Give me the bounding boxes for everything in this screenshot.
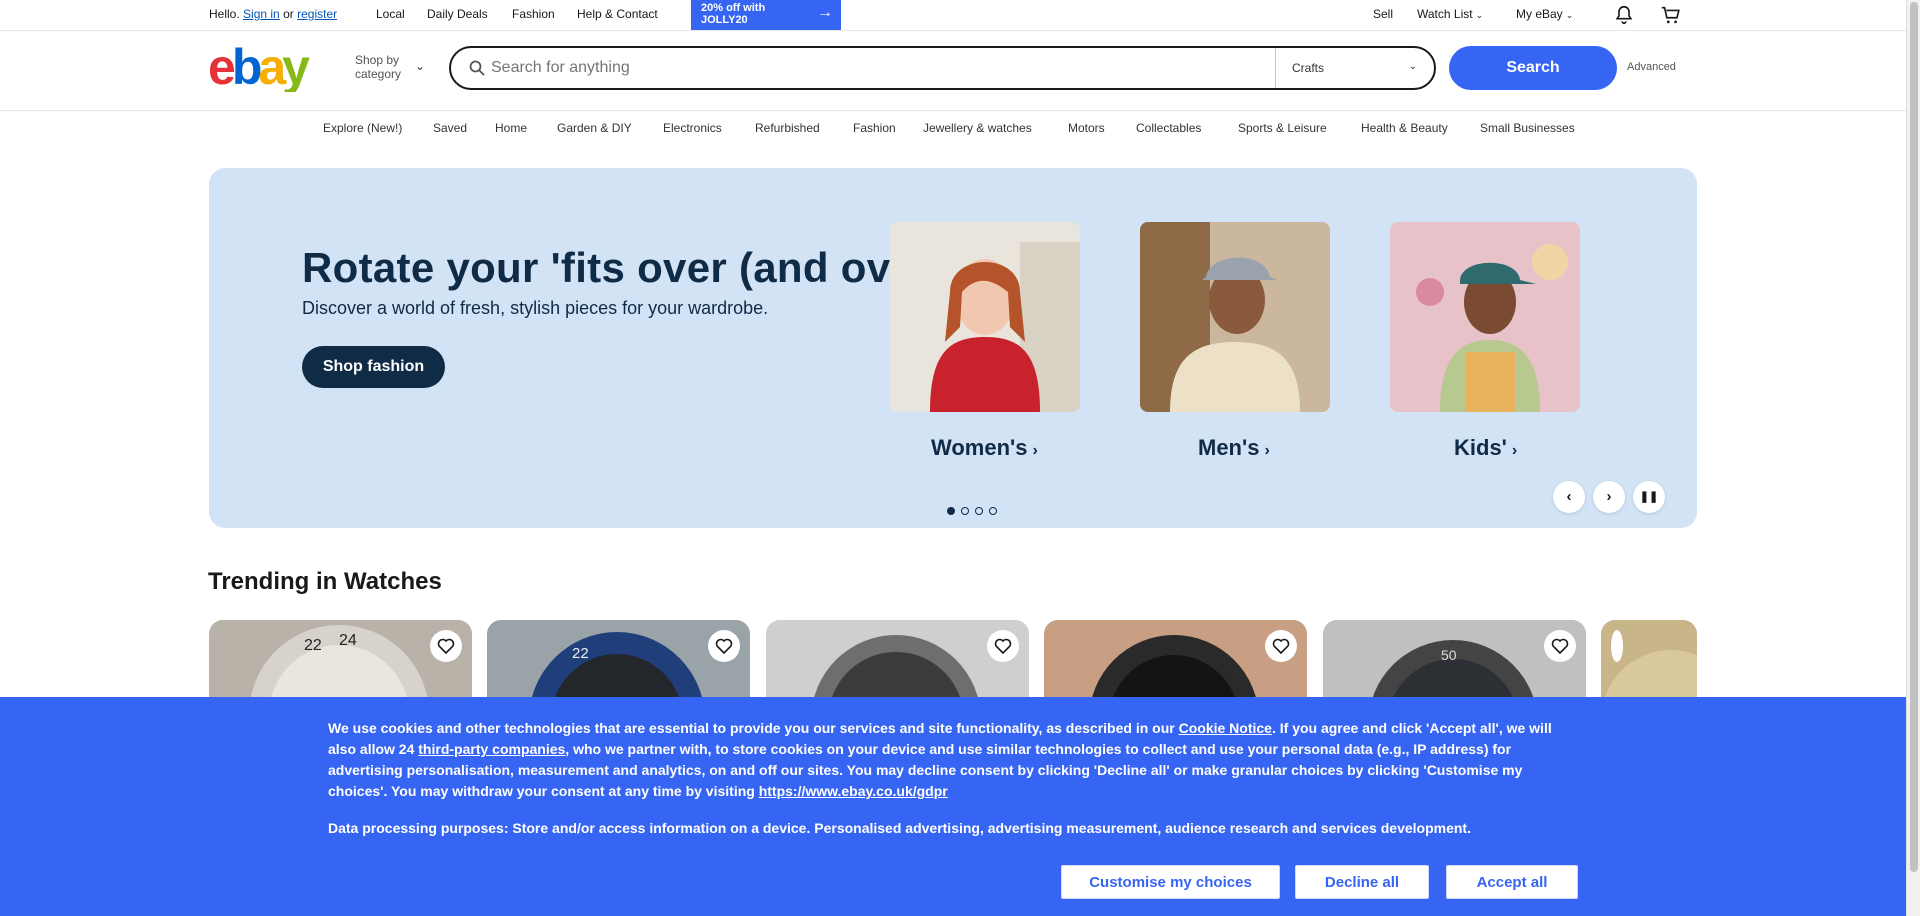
consent-text-part: We use cookies and other technologies th… <box>328 720 1179 736</box>
or-text: or <box>283 7 294 21</box>
sell-link[interactable]: Sell <box>1373 7 1393 21</box>
chevron-right-icon: › <box>1511 442 1518 459</box>
heart-icon[interactable] <box>1265 630 1297 662</box>
nav-garden-diy[interactable]: Garden & DIY <box>557 121 632 135</box>
help-contact-link[interactable]: Help & Contact <box>577 7 658 21</box>
ebay-logo[interactable]: ebay <box>208 44 328 92</box>
search-button[interactable]: Search <box>1449 46 1617 90</box>
heart-icon[interactable] <box>1611 630 1623 662</box>
hello-text: Hello. <box>209 7 240 21</box>
daily-deals-link[interactable]: Daily Deals <box>427 7 488 21</box>
search-bar: Crafts ⌄ <box>449 46 1436 90</box>
search-input[interactable] <box>491 56 1271 80</box>
nav-saved[interactable]: Saved <box>433 121 467 135</box>
chevron-down-icon: ⌄ <box>1565 10 1574 20</box>
nav-fashion[interactable]: Fashion <box>853 121 896 135</box>
fashion-top-link[interactable]: Fashion <box>512 7 555 21</box>
accept-all-button[interactable]: Accept all <box>1446 865 1578 899</box>
promo-text: 20% off with JOLLY20 <box>701 2 766 26</box>
nav-explore[interactable]: Explore (New!) <box>323 121 402 135</box>
cookie-notice-link[interactable]: Cookie Notice <box>1179 720 1272 736</box>
svg-text:22: 22 <box>304 637 322 654</box>
women-link[interactable]: Women's › <box>931 435 1038 461</box>
chevron-down-icon: ⌄ <box>415 59 426 73</box>
carousel-dots <box>947 502 1003 520</box>
kids-image[interactable] <box>1390 222 1580 412</box>
men-link[interactable]: Men's › <box>1198 435 1270 461</box>
advanced-search-link[interactable]: Advanced <box>1627 61 1676 73</box>
greeting: Hello. Sign in or register <box>209 7 337 21</box>
bell-icon[interactable] <box>1613 4 1635 26</box>
svg-text:50: 50 <box>1441 647 1457 663</box>
register-link[interactable]: register <box>297 7 337 21</box>
nav-small-businesses[interactable]: Small Businesses <box>1480 121 1575 135</box>
women-label: Women's <box>931 435 1028 460</box>
arrow-right-icon: → <box>817 4 833 21</box>
heart-icon[interactable] <box>1544 630 1576 662</box>
heart-icon[interactable] <box>708 630 740 662</box>
svg-text:ebay: ebay <box>208 44 310 92</box>
watch-list-link[interactable]: Watch List ⌄ <box>1417 7 1483 21</box>
third-party-link[interactable]: third-party companies <box>418 741 565 757</box>
carousel-dot[interactable] <box>961 507 969 515</box>
shop-fashion-button[interactable]: Shop fashion <box>302 346 445 388</box>
hero-banner: Rotate your 'fits over (and over) Discov… <box>209 168 1697 528</box>
kids-link[interactable]: Kids' › <box>1454 435 1517 461</box>
chevron-down-icon: ⌄ <box>1408 61 1417 72</box>
top-bar: Hello. Sign in or register Local Daily D… <box>0 0 1906 31</box>
nav-refurbished[interactable]: Refurbished <box>755 121 820 135</box>
chevron-right-icon: › <box>1032 442 1038 459</box>
svg-text:24: 24 <box>339 632 357 649</box>
category-selected: Crafts <box>1292 61 1325 75</box>
shop-by-category[interactable]: Shop by category ⌄ <box>355 53 425 81</box>
scrollbar-thumb[interactable] <box>1910 2 1918 872</box>
search-icon <box>469 60 485 76</box>
heart-icon[interactable] <box>987 630 1019 662</box>
cookie-consent-banner: We use cookies and other technologies th… <box>0 697 1906 916</box>
my-ebay-link[interactable]: My eBay ⌄ <box>1516 7 1573 21</box>
consent-purposes: Data processing purposes: Store and/or a… <box>328 820 1471 836</box>
nav-jewellery-watches[interactable]: Jewellery & watches <box>923 121 1032 135</box>
men-label: Men's <box>1198 435 1260 460</box>
shop-by-category-label: Shop by category <box>355 53 402 81</box>
nav-home[interactable]: Home <box>495 121 527 135</box>
page-scrollbar[interactable] <box>1906 0 1920 916</box>
category-nav: Explore (New!) Saved Home Garden & DIY E… <box>0 110 1906 146</box>
consent-text: We use cookies and other technologies th… <box>328 718 1578 802</box>
chevron-down-icon: ⌄ <box>1475 10 1484 20</box>
carousel-next-button[interactable]: › <box>1593 481 1625 513</box>
cart-icon[interactable] <box>1660 4 1682 26</box>
nav-electronics[interactable]: Electronics <box>663 121 722 135</box>
svg-text:22: 22 <box>572 645 589 662</box>
nav-health-beauty[interactable]: Health & Beauty <box>1361 121 1448 135</box>
women-image[interactable] <box>890 222 1080 412</box>
pause-icon[interactable]: ❚❚ <box>1633 481 1665 513</box>
nav-motors[interactable]: Motors <box>1068 121 1105 135</box>
carousel-prev-button[interactable]: ‹ <box>1553 481 1585 513</box>
kids-label: Kids' <box>1454 435 1507 460</box>
sign-in-link[interactable]: Sign in <box>243 7 280 21</box>
hero-subtitle: Discover a world of fresh, stylish piece… <box>302 298 769 318</box>
hero-title: Rotate your 'fits over (and over) <box>302 244 945 291</box>
carousel-dot[interactable] <box>989 507 997 515</box>
trending-title: Trending in Watches <box>208 568 442 595</box>
heart-icon[interactable] <box>430 630 462 662</box>
my-ebay-label: My eBay <box>1516 7 1563 21</box>
gdpr-link[interactable]: https://www.ebay.co.uk/gdpr <box>759 783 948 799</box>
nav-collectables[interactable]: Collectables <box>1136 121 1201 135</box>
carousel-dot[interactable] <box>975 507 983 515</box>
nav-sports-leisure[interactable]: Sports & Leisure <box>1238 121 1327 135</box>
category-select[interactable]: Crafts ⌄ <box>1275 48 1435 88</box>
customise-choices-button[interactable]: Customise my choices <box>1061 865 1280 899</box>
watch-list-label: Watch List <box>1417 7 1473 21</box>
men-image[interactable] <box>1140 222 1330 412</box>
decline-all-button[interactable]: Decline all <box>1295 865 1429 899</box>
local-link[interactable]: Local <box>376 7 405 21</box>
chevron-right-icon: › <box>1264 442 1270 459</box>
promo-banner[interactable]: 20% off with JOLLY20 → <box>691 0 841 30</box>
carousel-dot[interactable] <box>947 507 955 515</box>
